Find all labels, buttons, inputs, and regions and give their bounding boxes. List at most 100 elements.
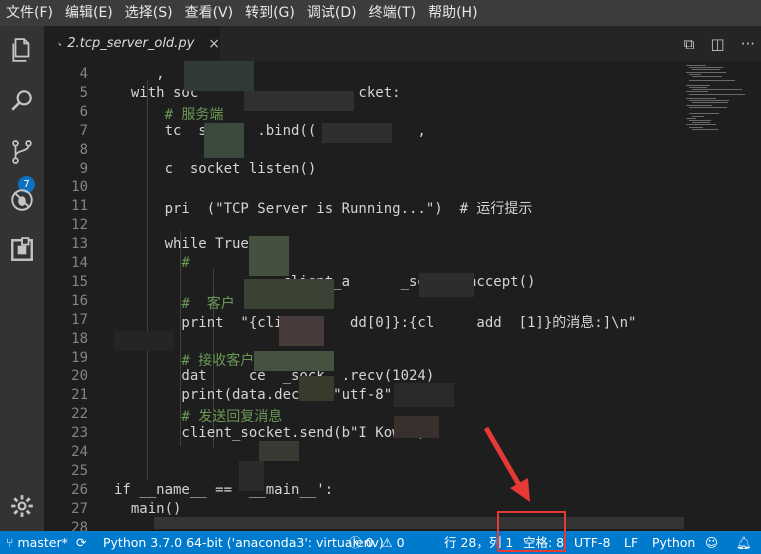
activity-bar: 7 xyxy=(0,26,44,531)
line-number: 26 xyxy=(71,481,88,498)
extensions-icon xyxy=(11,237,33,261)
code-line[interactable]: client_socket.send(b"I Kown") xyxy=(114,425,425,441)
minimap-line xyxy=(689,113,719,115)
line-number: 23 xyxy=(71,425,88,442)
tab-bar: 2.tcp_server_old.py × ⧉ ◫ ··· xyxy=(44,26,761,61)
minimap-line xyxy=(689,106,727,108)
debug-button[interactable] xyxy=(0,178,44,222)
minimap-line xyxy=(689,80,735,82)
files-icon xyxy=(12,38,30,62)
code-line[interactable]: pri ("TCP Server is Running...") # 运行提示 xyxy=(114,198,533,218)
code-editor[interactable]: 4 5 6 7 8 9 10 11 12 13 14 15 16 17 18 19 20 21 22 23 24 25 26… xyxy=(44,61,761,531)
line-number: 7 xyxy=(79,122,88,139)
minimap[interactable] xyxy=(680,61,752,531)
minimap-line xyxy=(689,100,729,102)
line-number: 18 xyxy=(71,330,88,347)
line-number: 12 xyxy=(71,217,88,234)
branch-indicator[interactable]: ⑂ master* xyxy=(6,531,68,554)
line-number: 6 xyxy=(79,103,88,120)
menu-item[interactable]: 终端(T) xyxy=(363,0,422,26)
search-icon xyxy=(11,90,32,111)
line-number: 22 xyxy=(71,406,88,423)
minimap-line xyxy=(689,73,701,75)
code-line[interactable]: # 发送回复消息 xyxy=(114,406,282,426)
line-number: 5 xyxy=(79,84,88,101)
line-number: 15 xyxy=(71,273,88,290)
open-changes-icon[interactable]: ⧉ xyxy=(684,35,695,53)
extensions-button[interactable] xyxy=(0,228,44,272)
code-line[interactable]: while True: xyxy=(114,236,258,252)
minimap-line xyxy=(689,93,745,95)
editor-actions: ⧉ ◫ ··· xyxy=(684,26,755,61)
minimap-line xyxy=(692,76,722,77)
file-encoding[interactable]: UTF-8 xyxy=(574,531,610,554)
line-number: 20 xyxy=(71,368,88,385)
status-bar: ⑂ master* ⟳ Python 3.7.0 64-bit ('anacon… xyxy=(0,531,761,554)
menu-item[interactable]: 查看(V) xyxy=(179,0,240,26)
code-line[interactable]: print(data.decode("utf-8")) xyxy=(114,387,409,403)
code-line[interactable]: # xyxy=(114,255,207,271)
menu-item[interactable]: 文件(F) xyxy=(0,0,59,26)
editor-tab[interactable]: 2.tcp_server_old.py × xyxy=(44,26,220,61)
line-number: 14 xyxy=(71,255,88,271)
code-line[interactable]: if __name__ == '__main__': xyxy=(114,482,333,498)
minimap-line xyxy=(686,98,716,99)
notification-bell-icon[interactable]: 🔔︎ xyxy=(736,531,752,554)
code-line[interactable]: print "{cli dd[0]}:{cl add [1]}的消息:]\n" xyxy=(114,312,636,332)
problems-indicator[interactable]: ⓧ 0 ⚠ 0 xyxy=(349,531,405,554)
line-number: 17 xyxy=(71,311,88,328)
line-number: 13 xyxy=(71,236,88,253)
minimap-line xyxy=(686,117,696,119)
split-editor-icon[interactable]: ◫ xyxy=(711,35,725,53)
line-number: 11 xyxy=(71,198,88,215)
minimap-line xyxy=(692,102,728,104)
python-interpreter[interactable]: Python 3.7.0 64-bit ('anaconda3': virtua… xyxy=(103,531,384,554)
minimap-line xyxy=(686,91,708,93)
minimap-line xyxy=(692,69,720,71)
line-number: 24 xyxy=(71,444,88,460)
line-number: 16 xyxy=(71,292,88,309)
sync-icon[interactable]: ⟳ xyxy=(76,531,86,554)
menu-item[interactable]: 帮助(H) xyxy=(422,0,483,26)
spaces-highlight-box xyxy=(497,511,566,552)
source-control-icon xyxy=(12,140,32,164)
end-of-line[interactable]: LF xyxy=(624,531,638,554)
settings-button[interactable] xyxy=(0,484,44,528)
line-number-gutter: 4 5 6 7 8 9 10 11 12 13 14 15 16 17 18 19 20 21 22 23 24 25 26… xyxy=(44,61,96,531)
code-area[interactable]: , " ). with soc cket: # 服务端 tc socke .bi… xyxy=(114,61,684,531)
close-tab-icon[interactable]: × xyxy=(208,36,220,52)
line-number: 8 xyxy=(79,141,88,158)
menu-item[interactable]: 调试(D) xyxy=(301,0,363,26)
minimap-line xyxy=(689,87,707,88)
search-button[interactable] xyxy=(0,78,44,122)
settings-gear-icon xyxy=(11,495,33,517)
minimap-line xyxy=(692,115,704,117)
minimap-line xyxy=(686,71,726,73)
minimap-line xyxy=(686,84,710,86)
error-icon: ⓧ xyxy=(349,535,362,550)
minimap-line xyxy=(689,120,711,121)
line-number: 21 xyxy=(71,387,88,404)
minimap-line xyxy=(686,104,712,106)
minimap-line xyxy=(692,89,742,91)
menu-item[interactable]: 选择(S) xyxy=(119,0,179,26)
more-actions-icon[interactable]: ··· xyxy=(741,35,755,53)
menu-bar: 文件(F) 编辑(E) 选择(S) 查看(V) 转到(G) 调试(D) 终端(T) 帮助(H) xyxy=(0,0,761,26)
language-mode[interactable]: Python xyxy=(652,531,695,554)
warning-count: 0 xyxy=(396,535,405,550)
menu-item[interactable]: 转到(G) xyxy=(239,0,301,26)
line-number: 25 xyxy=(71,462,88,479)
minimap-line xyxy=(686,124,716,126)
feedback-smiley-icon[interactable]: ☺ xyxy=(705,531,718,554)
menu-item[interactable]: 编辑(E) xyxy=(59,0,119,26)
line-number: 19 xyxy=(71,349,88,366)
code-line[interactable]: main() xyxy=(114,501,182,517)
git-branch-icon: ⑂ xyxy=(6,535,14,550)
line-number: 28 xyxy=(71,519,88,531)
line-number: 4 xyxy=(79,66,88,82)
explorer-button[interactable] xyxy=(0,28,44,72)
source-control-button[interactable] xyxy=(0,130,44,174)
debug-icon xyxy=(11,189,33,211)
code-line[interactable]: c socket listen() xyxy=(114,161,317,177)
horizontal-scrollbar[interactable] xyxy=(154,517,684,529)
